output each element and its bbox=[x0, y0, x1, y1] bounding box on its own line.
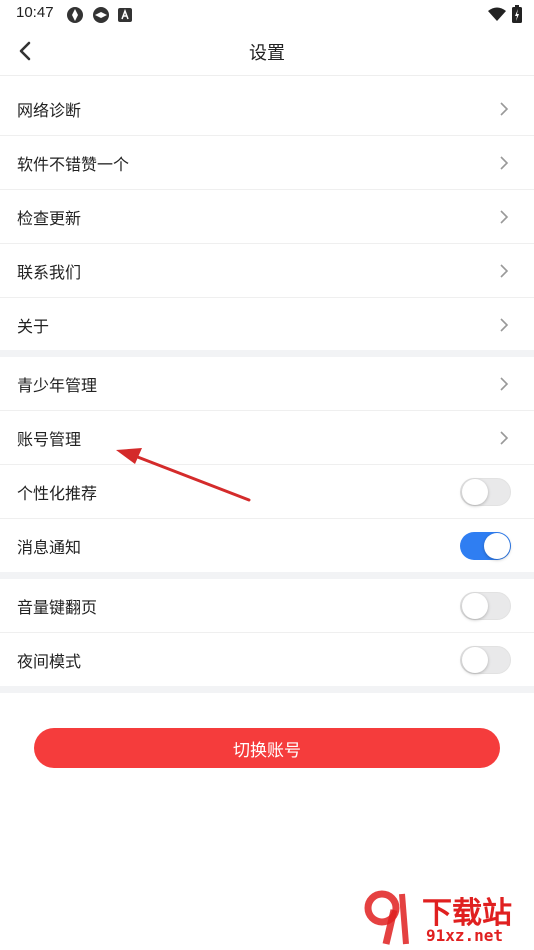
row-label: 个性化推荐 bbox=[17, 483, 98, 503]
settings-row-account-management[interactable]: 账号管理 bbox=[0, 411, 534, 465]
toggle-knob bbox=[484, 533, 510, 559]
settings-row-rate-app[interactable]: 软件不错赞一个 bbox=[0, 136, 534, 190]
toggle-knob bbox=[462, 647, 488, 673]
row-label: 联系我们 bbox=[17, 262, 82, 282]
toggle-knob bbox=[462, 593, 488, 619]
status-icons-left bbox=[66, 6, 132, 24]
status-icons-right bbox=[488, 5, 522, 23]
settings-row-night-mode: 夜间模式 bbox=[0, 633, 534, 687]
settings-row-personalized-recommendation: 个性化推荐 bbox=[0, 465, 534, 519]
settings-row-check-update[interactable]: 检查更新 bbox=[0, 190, 534, 244]
header-divider bbox=[0, 75, 534, 76]
status-time: 10:47 bbox=[16, 4, 54, 21]
settings-row-network-diagnosis[interactable]: 网络诊断 bbox=[0, 82, 534, 136]
settings-group-reading: 音量键翻页 夜间模式 bbox=[0, 579, 534, 687]
settings-row-contact-us[interactable]: 联系我们 bbox=[0, 244, 534, 298]
toggle-knob bbox=[462, 479, 488, 505]
page-title: 设置 bbox=[249, 43, 285, 64]
row-label: 音量键翻页 bbox=[17, 597, 98, 617]
wifi-icon bbox=[488, 7, 506, 21]
settings-row-about[interactable]: 关于 bbox=[0, 298, 534, 352]
chevron-right-icon bbox=[500, 264, 509, 278]
chevron-right-icon bbox=[500, 156, 509, 170]
chevron-right-icon bbox=[500, 431, 509, 445]
settings-group-account: 青少年管理 账号管理 个性化推荐 消息通知 bbox=[0, 357, 534, 573]
settings-row-message-notification: 消息通知 bbox=[0, 519, 534, 573]
watermark-9-logo-icon bbox=[364, 890, 409, 945]
row-label: 夜间模式 bbox=[17, 652, 82, 671]
message-notification-toggle[interactable] bbox=[460, 532, 511, 560]
chevron-right-icon bbox=[500, 102, 509, 116]
notification-a-icon bbox=[118, 8, 132, 22]
section-divider bbox=[0, 686, 534, 693]
chevron-right-icon bbox=[500, 210, 509, 224]
section-divider bbox=[0, 572, 534, 579]
settings-row-volume-key-paging: 音量键翻页 bbox=[0, 579, 534, 633]
app-header: 设置 bbox=[0, 28, 534, 74]
settings-row-youth-management[interactable]: 青少年管理 bbox=[0, 357, 534, 411]
night-mode-toggle[interactable] bbox=[460, 646, 511, 674]
settings-group-general: 网络诊断 软件不错赞一个 检查更新 联系我们 关于 bbox=[0, 82, 534, 352]
row-label: 网络诊断 bbox=[17, 100, 82, 120]
row-label: 账号管理 bbox=[17, 429, 82, 449]
status-bar: 10:47 bbox=[0, 0, 534, 28]
row-label: 检查更新 bbox=[17, 208, 82, 228]
chevron-right-icon bbox=[500, 377, 509, 391]
chevron-right-icon bbox=[500, 318, 509, 332]
battery-charging-icon bbox=[512, 5, 522, 23]
row-label: 青少年管理 bbox=[17, 375, 98, 395]
switch-account-button[interactable]: 切换账号 bbox=[34, 728, 500, 768]
personalized-recommendation-toggle[interactable] bbox=[460, 478, 511, 506]
section-divider bbox=[0, 350, 534, 357]
row-label: 软件不错赞一个 bbox=[17, 154, 130, 174]
sync-icon bbox=[93, 7, 109, 23]
watermark-domain: 91xz.net bbox=[426, 926, 504, 945]
watermark-logo: 下载站 91xz.net bbox=[360, 888, 530, 948]
row-label: 消息通知 bbox=[17, 538, 82, 557]
row-label: 关于 bbox=[17, 317, 50, 336]
volume-key-paging-toggle[interactable] bbox=[460, 592, 511, 620]
sync-icon bbox=[67, 7, 83, 23]
